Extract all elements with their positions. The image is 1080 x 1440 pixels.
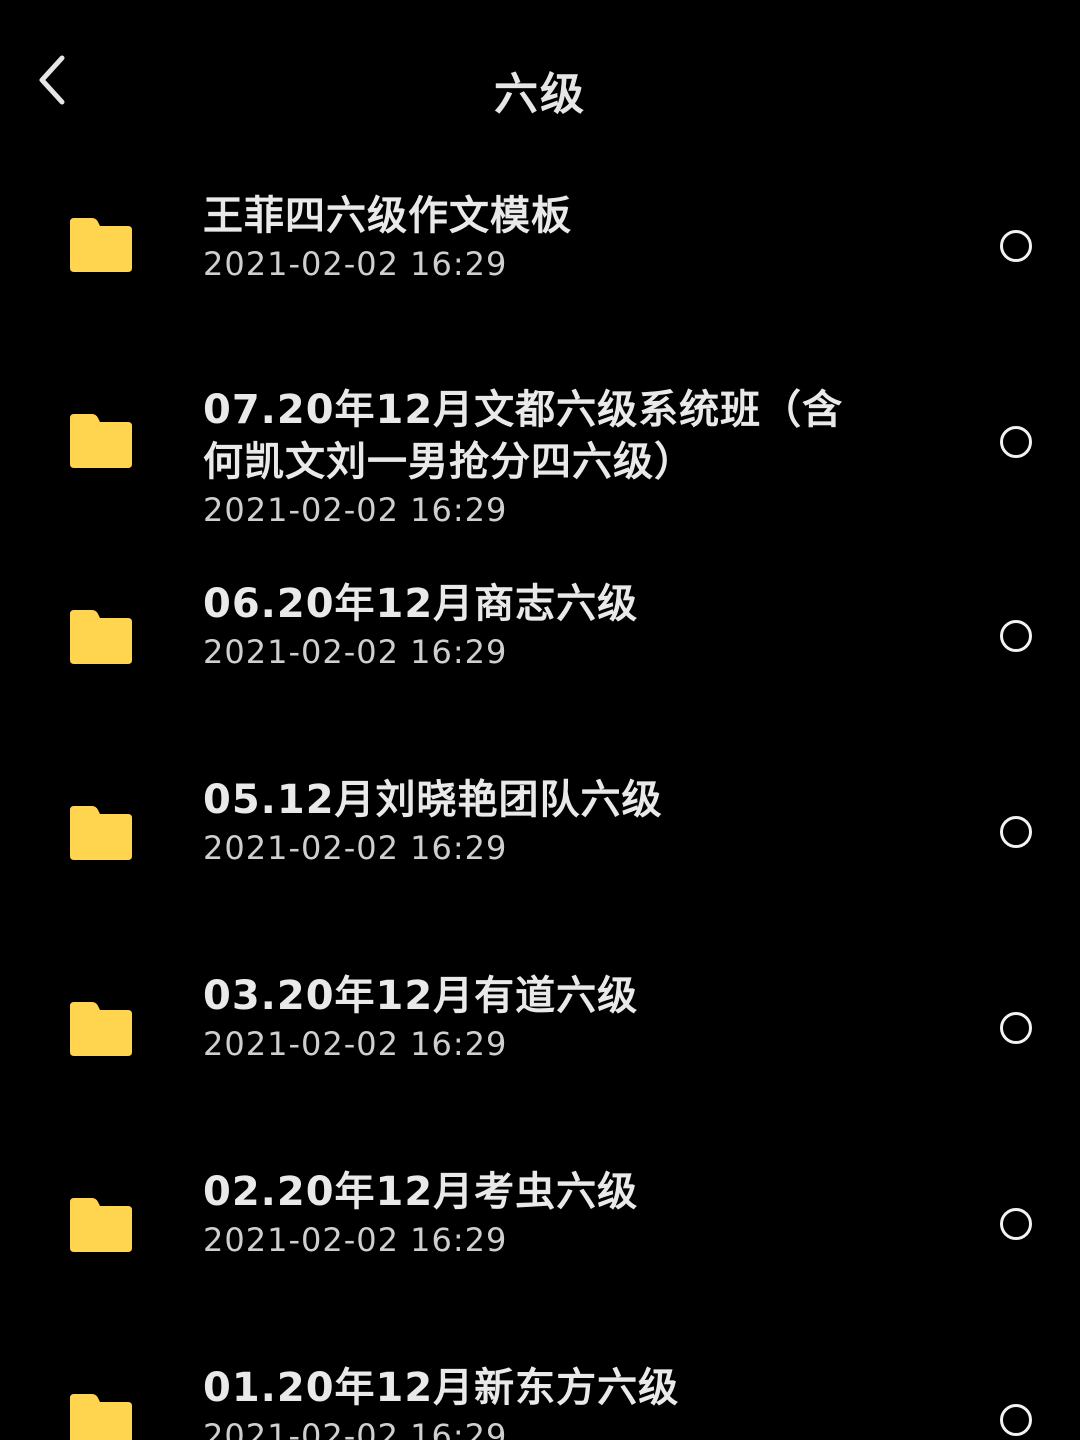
item-title: 05.12月刘晓艳团队六级 [203,777,663,823]
select-radio[interactable] [1000,1208,1032,1240]
item-title: 07.20年12月文都六级系统班（含何凯文刘一男抢分四六级） [203,387,844,485]
list-item[interactable]: 07.20年12月文都六级系统班（含何凯文刘一男抢分四六级） 2021-02-0… [0,370,1080,540]
file-list: 王菲四六级作文模板 2021-02-02 16:29 07.20年12月文都六级… [0,0,1080,1440]
item-title: 06.20年12月商志六级 [203,581,639,627]
item-date: 2021-02-02 16:29 [203,1221,508,1259]
select-radio[interactable] [1000,1404,1032,1436]
select-radio[interactable] [1000,816,1032,848]
select-radio[interactable] [1000,1012,1032,1044]
select-radio[interactable] [1000,230,1032,262]
folder-icon [70,806,132,860]
list-item[interactable]: 03.20年12月有道六级 2021-02-02 16:29 [0,952,1080,1122]
item-title: 王菲四六级作文模板 [203,193,572,239]
folder-icon [70,1002,132,1056]
select-radio[interactable] [1000,620,1032,652]
list-item[interactable]: 王菲四六级作文模板 2021-02-02 16:29 [0,160,1080,330]
item-date: 2021-02-02 16:29 [203,1025,508,1063]
folder-icon [70,218,132,272]
list-item[interactable]: 05.12月刘晓艳团队六级 2021-02-02 16:29 [0,756,1080,926]
item-title: 02.20年12月考虫六级 [203,1169,639,1215]
select-radio[interactable] [1000,426,1032,458]
folder-icon [70,414,132,468]
item-title: 03.20年12月有道六级 [203,973,639,1019]
item-date: 2021-02-02 16:29 [203,829,508,867]
item-date: 2021-02-02 16:29 [203,245,508,283]
list-item[interactable]: 02.20年12月考虫六级 2021-02-02 16:29 [0,1148,1080,1318]
folder-icon [70,1198,132,1252]
list-item[interactable]: 01.20年12月新东方六级 2021-02-02 16:29 [0,1344,1080,1440]
folder-icon [70,1394,132,1440]
list-item[interactable]: 06.20年12月商志六级 2021-02-02 16:29 [0,560,1080,730]
item-date: 2021-02-02 16:29 [203,491,508,529]
item-date: 2021-02-02 16:29 [203,1417,508,1440]
item-date: 2021-02-02 16:29 [203,633,508,671]
item-title: 01.20年12月新东方六级 [203,1365,680,1411]
folder-icon [70,610,132,664]
